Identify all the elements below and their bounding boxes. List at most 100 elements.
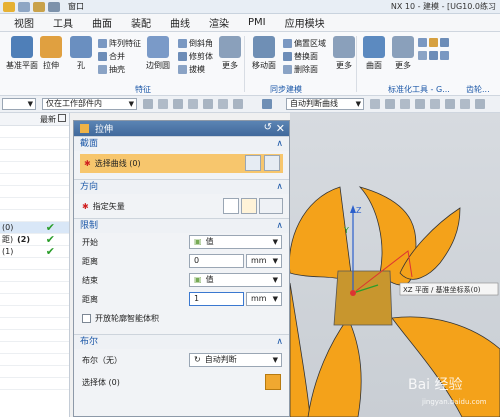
navigator-row[interactable] [0,342,69,354]
limits-group-header[interactable]: 限制 ∧ [74,218,289,233]
quick-access-icon[interactable] [33,1,45,12]
replace-face-button[interactable]: 替换面 [283,51,318,62]
quick-access-icon[interactable] [3,1,15,12]
snap-icon[interactable] [400,99,410,109]
curve-icon[interactable] [264,155,280,171]
section-group-header[interactable]: 截面 ∧ [74,136,289,151]
quick-access-icon[interactable] [18,1,30,12]
extrude-button[interactable]: 拉伸 [40,36,62,71]
snap-icon[interactable] [430,99,440,109]
navigator-row[interactable] [0,138,69,150]
navigator-row[interactable] [0,282,69,294]
sketch-section-icon[interactable] [245,155,261,171]
navigator-row[interactable]: 距) (2) ✔ [0,234,69,246]
navigator-row[interactable] [0,354,69,366]
navigator-row[interactable] [0,294,69,306]
dialog-title-bar[interactable]: 拉伸 ↺ ✕ [74,121,289,136]
delete-face-button[interactable]: 删除面 [283,64,318,75]
distance2-input[interactable]: 1 [189,292,244,306]
menu-assembly[interactable]: 装配 [131,15,151,30]
pattern-feature-button[interactable]: 阵列特征 [98,38,141,49]
settings-icon[interactable] [143,99,153,109]
snap-icon[interactable] [218,99,228,109]
menu-pmi[interactable]: PMI [248,17,266,28]
more-surface-button[interactable]: 更多 [392,36,414,71]
snap-icon[interactable] [415,99,425,109]
chamfer-button[interactable]: 倒斜角 [178,38,213,49]
navigator-row[interactable] [0,366,69,378]
navigator-row[interactable] [0,306,69,318]
navigator-row[interactable] [0,210,69,222]
maximize-icon[interactable] [58,114,66,122]
open-profile-row[interactable]: 开放轮廓智能体积 [74,309,289,328]
more-sync-button[interactable]: 更多 [333,36,355,71]
window-menu[interactable]: 窗口 [68,1,84,12]
snap-icon[interactable] [173,99,183,109]
navigator-row[interactable] [0,126,69,138]
boolean-select[interactable]: ↻ 自动判断 ▼ [189,353,282,367]
move-face-button[interactable]: 移动面 [252,36,276,71]
menu-render[interactable]: 渲染 [209,15,229,30]
navigator-row[interactable] [0,258,69,270]
unite-button[interactable]: 合并 [98,51,125,62]
snap-icon[interactable] [445,99,455,109]
vector-dialog-icon[interactable] [241,198,257,214]
snap-icon[interactable] [188,99,198,109]
navigator-row[interactable] [0,186,69,198]
select-body-row[interactable]: 选择体 (0) [74,371,289,393]
surface-button[interactable]: 曲面 [363,36,385,71]
hole-button[interactable]: 孔 [70,36,92,71]
snap-icon[interactable] [385,99,395,109]
open-profile-checkbox[interactable] [82,314,91,323]
filter-select[interactable]: ▼ [2,98,36,110]
direction-group-header[interactable]: 方向 ∧ [74,179,289,194]
more-feature-button[interactable]: 更多 [219,36,241,71]
navigator-row[interactable] [0,270,69,282]
navigator-row[interactable] [0,318,69,330]
menu-surface[interactable]: 曲面 [92,15,112,30]
navigator-row[interactable] [0,378,69,390]
graphics-viewport[interactable]: Z Y XZ 平面 / 基准坐标系(0) Bai 经验 jingyan.baid… [290,113,500,417]
tool-icon-row[interactable] [418,38,451,47]
navigator-row[interactable] [0,162,69,174]
select-curve-row[interactable]: ✱ 选择曲线 (0) [80,154,283,173]
unit2-select[interactable]: mm ▼ [246,292,282,306]
curve-rule-icon[interactable] [262,99,272,109]
navigator-row[interactable] [0,198,69,210]
navigator-row[interactable] [0,150,69,162]
menu-tools[interactable]: 工具 [53,15,73,30]
reset-icon[interactable]: ↺ [264,122,272,133]
select-body-icon[interactable] [265,374,281,390]
navigator-row[interactable]: (1) ✔ [0,246,69,258]
close-icon[interactable]: ✕ [276,122,285,135]
snap-icon[interactable] [233,99,243,109]
snap-icon[interactable] [203,99,213,109]
datum-plane-button[interactable]: 基准平面 [6,36,38,71]
tool-icon-row[interactable] [418,51,451,60]
navigator-row[interactable] [0,330,69,342]
curve-rule-select[interactable]: 自动判断曲线 ▼ [286,98,364,110]
quick-access-icon[interactable] [48,1,60,12]
start-select[interactable]: ▣ 值 ▼ [189,235,282,249]
navigator-row[interactable]: (0) ✔ [0,222,69,234]
sketch-square[interactable] [333,270,393,326]
specify-vector-row[interactable]: ✱ 指定矢量 [74,194,289,218]
snap-icon[interactable] [158,99,168,109]
menu-application[interactable]: 应用模块 [285,15,325,30]
snap-icon[interactable] [475,99,485,109]
offset-region-button[interactable]: 偏置区域 [283,38,326,49]
vector-type-icon[interactable] [259,198,283,214]
boolean-group-header[interactable]: 布尔 ∧ [74,334,289,349]
draft-button[interactable]: 拔模 [178,64,205,75]
distance1-input[interactable]: 0 [189,254,244,268]
menu-curve[interactable]: 曲线 [170,15,190,30]
snap-icon[interactable] [460,99,470,109]
end-select[interactable]: ▣ 值 ▼ [189,273,282,287]
trim-body-button[interactable]: 修剪体 [178,51,213,62]
navigator-row[interactable] [0,174,69,186]
scope-select[interactable]: 仅在工作部件内 ▼ [42,98,137,110]
shell-button[interactable]: 抽壳 [98,64,125,75]
menu-view[interactable]: 视图 [14,15,34,30]
edge-blend-button[interactable]: 边倒圆 [146,36,170,71]
reverse-direction-icon[interactable] [223,198,239,214]
